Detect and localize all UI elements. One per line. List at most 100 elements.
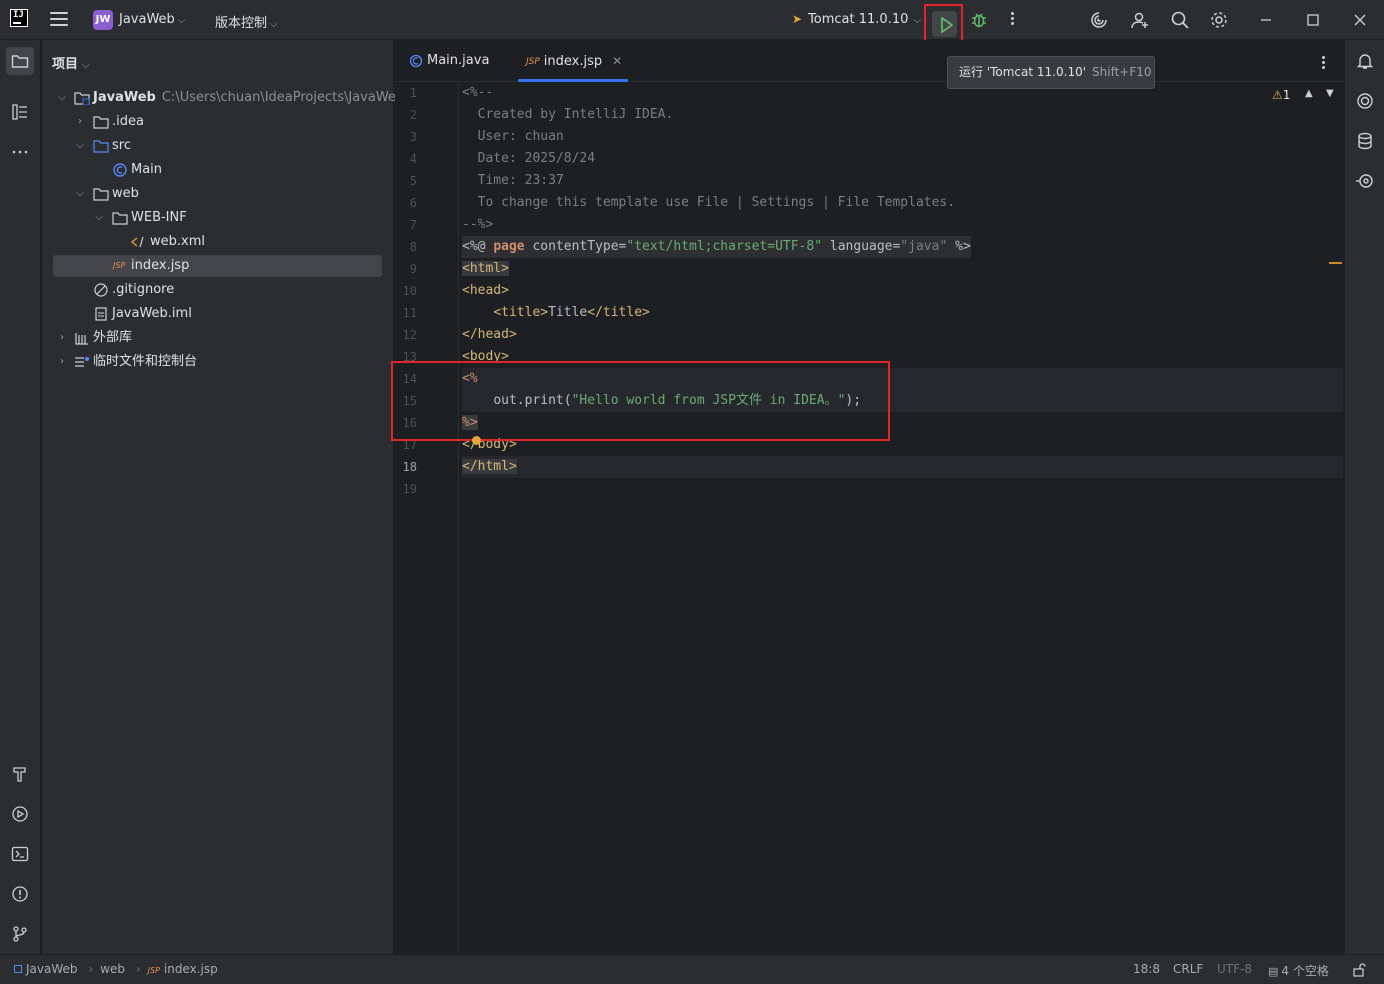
endpoints-icon[interactable] xyxy=(1355,171,1375,191)
more-actions-icon[interactable] xyxy=(1004,10,1020,30)
line-separator[interactable]: CRLF xyxy=(1173,962,1203,976)
chevron-right-icon[interactable]: › xyxy=(56,351,68,373)
build-tool-button[interactable] xyxy=(6,760,34,788)
tree-item-label: 临时文件和控制台 xyxy=(93,354,198,369)
tree-item-src[interactable]: ⌵ src xyxy=(42,135,382,157)
breadcrumb-item[interactable]: index.jsp xyxy=(164,962,218,976)
editor-tabs: Main.java JSP index.jsp ✕ xyxy=(395,40,1344,82)
chevron-down-icon: ⌵ xyxy=(177,15,186,26)
maximize-icon[interactable] xyxy=(1303,10,1323,30)
chevron-down-icon[interactable]: ▼ xyxy=(1326,88,1334,99)
title-bar: IJ JW JavaWeb ⌵ 版本控制 ⌵ ➤ Tomcat 11.0.10 ⌵ xyxy=(0,0,1384,45)
tree-item-label: web.xml xyxy=(150,234,205,249)
indent-icon: ▤ xyxy=(1268,965,1279,978)
ignore-file-icon xyxy=(94,283,108,297)
tree-item-gitignore[interactable]: .gitignore xyxy=(42,279,382,301)
git-tool-button[interactable] xyxy=(6,920,34,948)
line-number: 11 xyxy=(402,306,417,320)
tree-item-javaweb[interactable]: ⌵ JavaWeb C:\Users\chuan\IdeaProjects\Jav… xyxy=(42,87,404,109)
project-tool-button[interactable] xyxy=(6,47,34,75)
ai-chat-icon[interactable] xyxy=(1355,91,1375,111)
hammer-icon xyxy=(13,767,26,782)
breadcrumb-item[interactable]: web xyxy=(100,962,125,976)
project-panel-title-label: 项目 xyxy=(52,57,79,72)
problems-tool-button[interactable] xyxy=(6,880,34,908)
folder-icon xyxy=(93,188,109,201)
right-tool-strip xyxy=(1344,40,1384,954)
line-number: 3 xyxy=(409,130,417,144)
lightbulb-icon[interactable] xyxy=(472,436,481,445)
chevron-down-icon[interactable]: ⌵ xyxy=(93,207,105,229)
jsp-directive-open: <%@ xyxy=(462,239,494,254)
breadcrumb-item[interactable]: JavaWeb xyxy=(26,962,78,976)
run-config-selector[interactable]: ➤ Tomcat 11.0.10 ⌵ xyxy=(792,12,921,27)
project-panel-title[interactable]: 项目 ⌵ xyxy=(52,53,90,72)
chevron-right-icon[interactable]: › xyxy=(56,327,68,349)
terminal-tool-button[interactable] xyxy=(6,840,34,868)
chevron-right-icon[interactable]: › xyxy=(74,111,86,133)
code-editor[interactable]: <%-- Created by IntelliJ IDEA. User: chu… xyxy=(462,82,1343,954)
more-tools-button[interactable] xyxy=(6,138,34,166)
add-user-icon[interactable] xyxy=(1130,10,1150,30)
line-number: 6 xyxy=(409,196,417,210)
git-branch-icon xyxy=(13,926,27,942)
tree-item-javaweb-iml[interactable]: JavaWeb.iml xyxy=(42,303,382,325)
minimize-icon[interactable] xyxy=(1256,10,1276,30)
java-class-icon xyxy=(409,54,423,67)
file-encoding[interactable]: UTF-8 xyxy=(1217,962,1252,976)
tree-item-main[interactable]: Main xyxy=(42,159,382,181)
line-number: 4 xyxy=(409,152,417,166)
tree-item-idea[interactable]: › .idea xyxy=(42,111,382,133)
editor-area: Main.java JSP index.jsp ✕ 1 2 3 4 5 6 7 8 … xyxy=(395,40,1344,954)
tree-item-external-libraries[interactable]: › 外部库 xyxy=(42,327,382,349)
inspection-widget[interactable]: ⚠1 xyxy=(1272,88,1290,102)
main-menu-icon[interactable] xyxy=(50,12,68,28)
warning-stripe-marker[interactable] xyxy=(1329,262,1342,264)
tree-item-label: .gitignore xyxy=(112,282,175,297)
notifications-bell-icon[interactable] xyxy=(1355,51,1375,71)
line-number: 1 xyxy=(409,86,417,100)
tree-item-web-inf[interactable]: ⌵ WEB-INF xyxy=(42,207,382,229)
ai-assistant-icon[interactable] xyxy=(1089,10,1109,30)
chevron-up-icon[interactable]: ▲ xyxy=(1305,88,1313,99)
attr-name: language= xyxy=(822,239,901,254)
structure-tool-button[interactable] xyxy=(6,98,34,126)
line-number: 8 xyxy=(409,240,417,254)
chevron-down-icon[interactable]: ⌵ xyxy=(74,183,86,205)
tree-item-scratches[interactable]: › 临时文件和控制台 xyxy=(42,351,382,373)
search-icon[interactable] xyxy=(1170,10,1190,30)
code-line: Date: 2025/8/24 xyxy=(462,151,596,166)
run-tooltip: 运行 'Tomcat 11.0.10' Shift+F10 xyxy=(947,56,1155,89)
database-icon[interactable] xyxy=(1355,131,1375,151)
vcs-menu[interactable]: 版本控制 ⌵ xyxy=(215,12,278,31)
jsp-file-icon: JSP xyxy=(113,261,126,270)
code-line: <html> xyxy=(462,258,509,280)
tree-item-web-xml[interactable]: web.xml xyxy=(42,231,382,253)
close-window-icon[interactable] xyxy=(1350,10,1370,30)
indent-label: 4 个空格 xyxy=(1281,964,1329,978)
services-icon xyxy=(12,806,28,822)
chevron-down-icon[interactable]: ⌵ xyxy=(56,87,68,109)
tomcat-icon: ➤ xyxy=(792,12,803,26)
unlock-icon[interactable] xyxy=(1352,963,1366,977)
close-tab-icon[interactable]: ✕ xyxy=(612,54,622,68)
project-switcher[interactable]: JavaWeb ⌵ xyxy=(119,12,185,27)
services-tool-button[interactable] xyxy=(6,800,34,828)
indent-setting[interactable]: ▤ 4 个空格 xyxy=(1268,962,1329,979)
caret-position[interactable]: 18:8 xyxy=(1133,962,1160,976)
chevron-down-icon[interactable]: ⌵ xyxy=(74,135,86,157)
warning-icon: ⚠ xyxy=(1272,88,1283,102)
java-class-icon xyxy=(113,163,127,177)
tab-index-jsp[interactable]: JSP index.jsp ✕ xyxy=(512,40,628,82)
tree-item-index-jsp[interactable]: JSP index.jsp xyxy=(53,255,382,277)
run-button[interactable] xyxy=(924,4,963,45)
intellij-logo-icon[interactable]: IJ xyxy=(10,9,28,27)
settings-gear-icon[interactable] xyxy=(1209,10,1229,30)
code-line: --%> xyxy=(462,217,494,232)
tabs-more-icon[interactable] xyxy=(1318,54,1328,70)
code-line: </html> xyxy=(462,456,517,478)
tree-item-web[interactable]: ⌵ web xyxy=(42,183,382,205)
project-badge[interactable]: JW xyxy=(93,10,113,30)
debug-button[interactable] xyxy=(969,10,989,34)
tab-main-java[interactable]: Main.java xyxy=(395,40,489,82)
